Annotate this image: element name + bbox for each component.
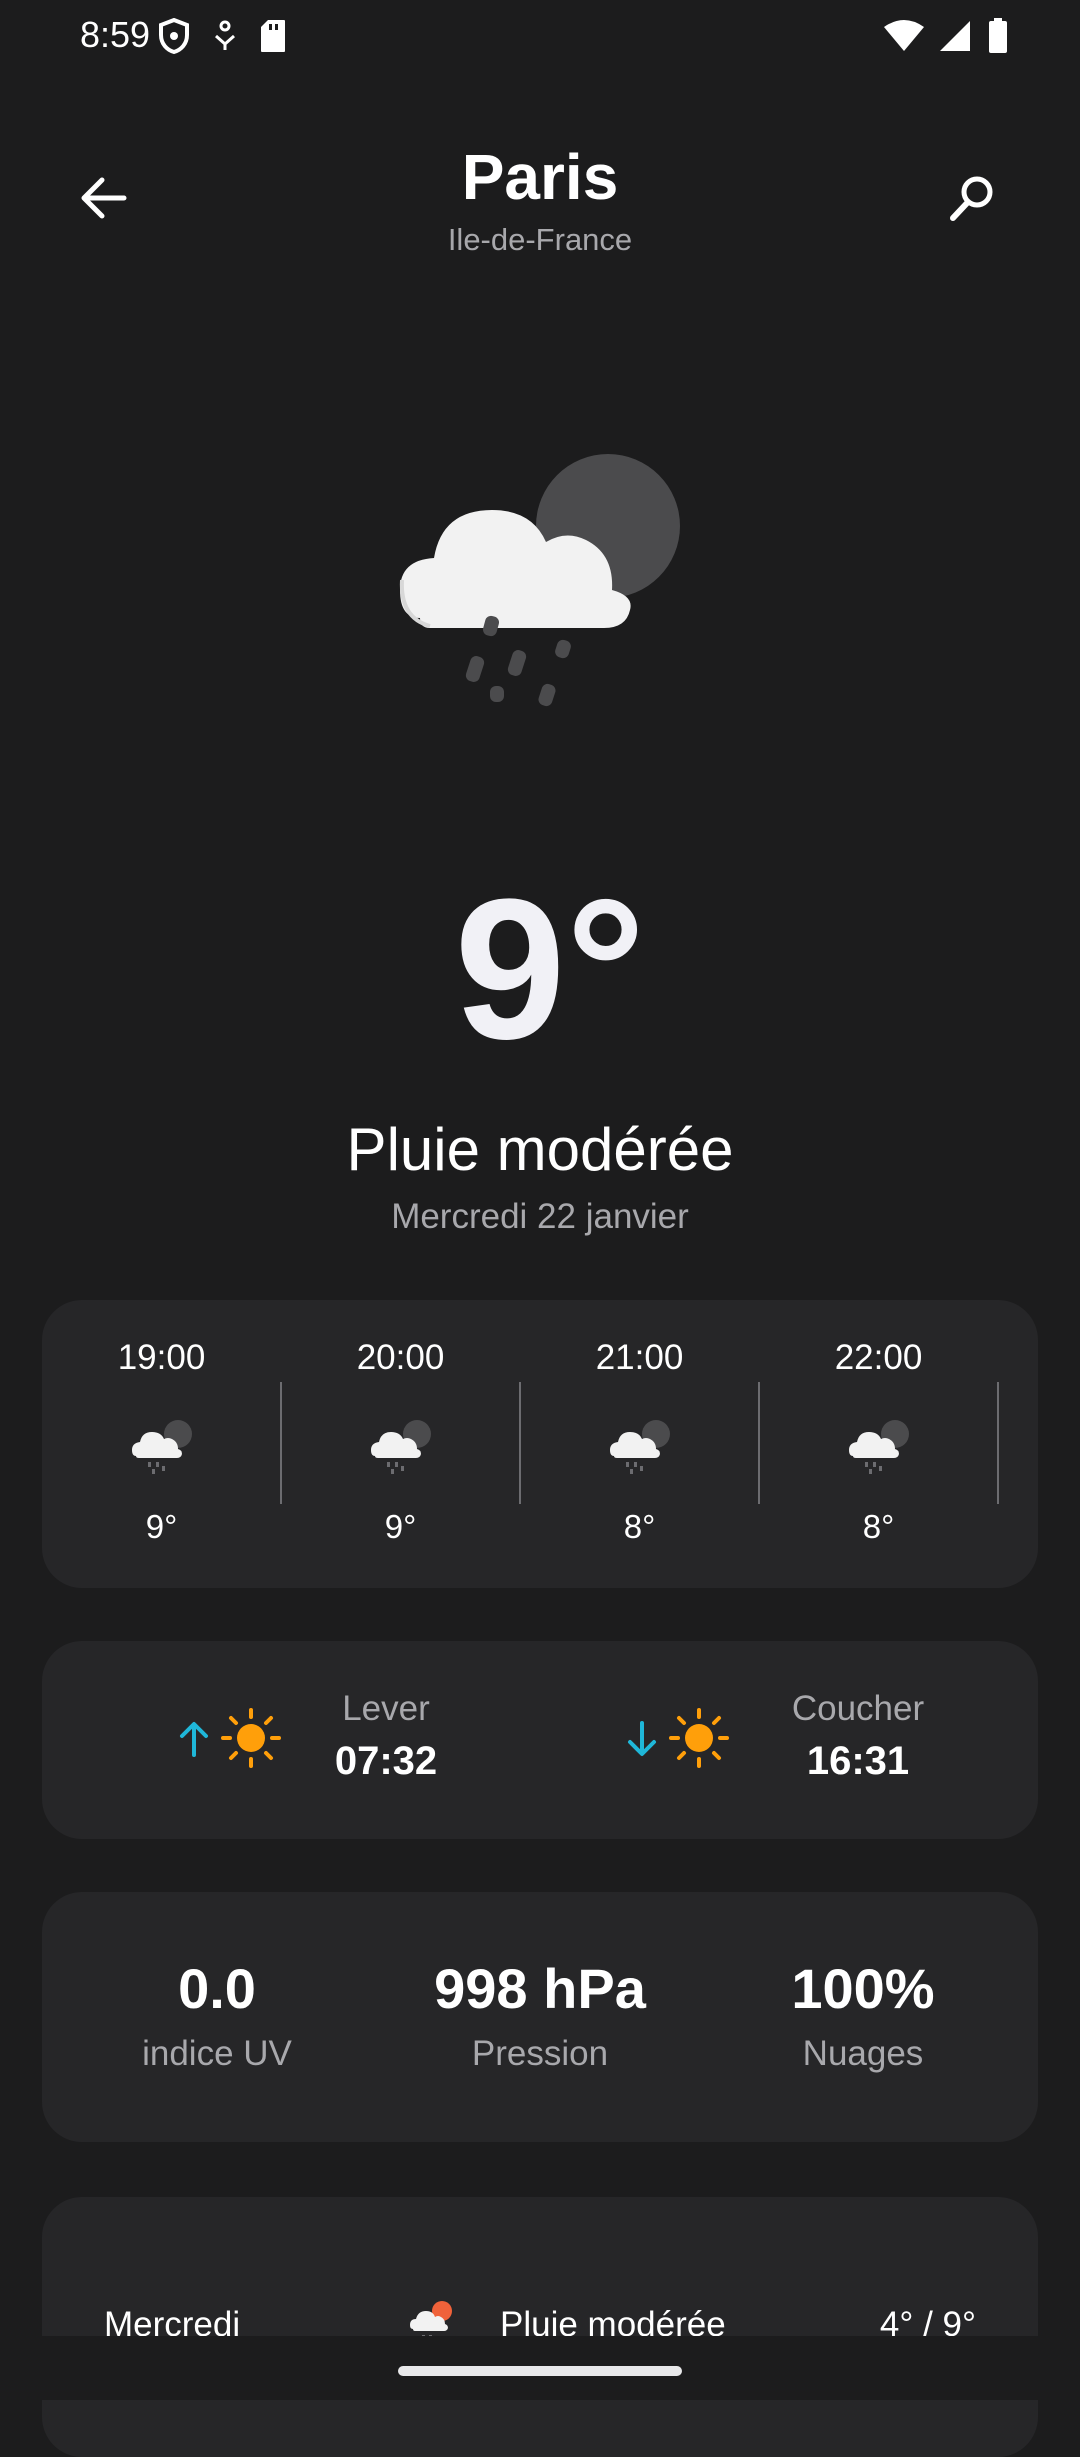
region-subtitle: Ile-de-France [447,222,633,257]
status-bar: 8:59 [0,0,1080,72]
shield-icon [158,17,190,59]
daily-forecast-card[interactable]: Mercredi Pluie modérée 4° / 9° [42,2197,1038,2457]
hourly-time: 20:00 [356,1338,445,1377]
hourly-temp: 8° [623,1508,656,1545]
sun-icon [220,1707,282,1769]
sunset-time: 16:31 [806,1739,910,1783]
status-time: 8:59 [80,14,151,55]
cloud-rain-night-icon [369,1412,433,1476]
hourly-time: 19:00 [117,1338,206,1377]
cell-signal-icon [940,19,972,58]
hourly-item: 19:00 9° [42,1300,281,1588]
hourly-time: 22:00 [834,1338,923,1377]
home-indicator[interactable] [398,2366,682,2376]
search-button[interactable] [940,168,1004,232]
stat-label: Nuages [802,2034,924,2073]
sun-times-card: Lever 07:32 Coucher 16:31 [42,1641,1038,1839]
sunset-block: Coucher 16:31 [540,1641,1038,1839]
stat-label: Pression [471,2034,609,2073]
hourly-temp: 9° [145,1508,178,1545]
status-right-icons [884,18,1008,59]
arrow-up-icon [178,1721,210,1762]
hourly-item: 22:00 8° [759,1300,998,1588]
hourly-item: 20:00 9° [281,1300,520,1588]
battery-icon [988,18,1008,59]
stat-value: 998 hPa [434,1957,646,2020]
stat-value: 0.0 [178,1957,256,2020]
hourly-forecast-card[interactable]: 19:00 9° 20:00 9° 21:00 8° 22:00 8° [42,1300,1038,1588]
status-left-icons [158,17,286,59]
search-icon [947,173,997,228]
current-date: Mercredi 22 janvier [391,1197,689,1236]
sun-icon [668,1707,730,1769]
stat-label: indice UV [142,2034,292,2073]
sunrise-block: Lever 07:32 [42,1641,540,1839]
sd-card-icon [260,19,286,58]
hourly-item: 21:00 8° [520,1300,759,1588]
city-title: Paris [461,141,619,213]
accessibility-icon [212,20,238,57]
cloud-rain-night-icon [608,1412,672,1476]
cloud-rain-night-icon [390,430,690,730]
stat-value: 100% [791,1957,935,2020]
sunset-label: Coucher [791,1689,925,1728]
hourly-temp: 8° [862,1508,895,1545]
sunrise-label: Lever [342,1689,430,1728]
sunrise-time: 07:32 [334,1739,438,1783]
wifi-icon [884,19,924,58]
hourly-temp: 9° [384,1508,417,1545]
hourly-divider [997,1382,999,1504]
cloud-rain-night-icon [130,1412,194,1476]
cloud-rain-night-icon [847,1412,911,1476]
hourly-time: 21:00 [595,1338,684,1377]
current-temperature: 9° [454,858,646,1081]
arrow-down-icon [626,1721,658,1762]
stats-card: 0.0 indice UV 998 hPa Pression 100% Nuag… [42,1892,1038,2142]
current-condition: Pluie modérée [346,1116,734,1183]
